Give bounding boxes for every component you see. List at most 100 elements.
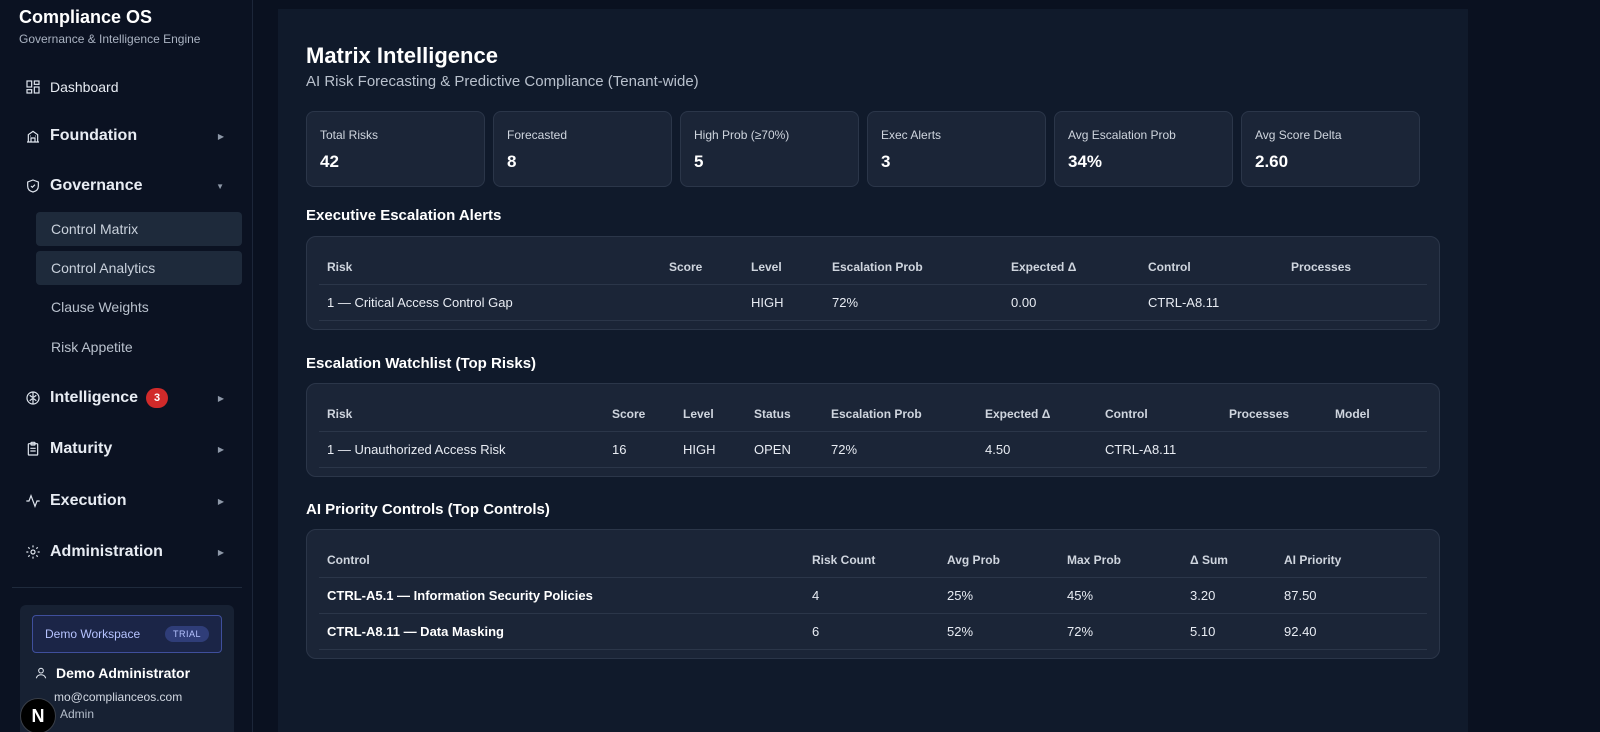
nav-foundation-label: Foundation xyxy=(50,127,138,144)
user-name: Demo Administrator xyxy=(34,665,190,681)
exec-alerts-card: Risk Score Level Escalation Prob Expecte… xyxy=(306,236,1440,330)
stat-value: 34% xyxy=(1068,152,1103,171)
table-header-row: Control Risk Count Avg Prob Max Prob Δ S… xyxy=(319,542,1427,578)
section-title-watchlist: Escalation Watchlist (Top Risks) xyxy=(306,355,537,372)
nav-administration[interactable]: Administration ▶ xyxy=(24,538,224,566)
cell-ai-priority: 92.40 xyxy=(1284,624,1317,639)
col-escalation-prob: Escalation Prob xyxy=(832,260,923,274)
watchlist-card: Risk Score Level Status Escalation Prob … xyxy=(306,383,1440,477)
col-level: Level xyxy=(751,260,782,274)
user-role: Admin xyxy=(60,707,95,721)
nav-maturity[interactable]: Maturity ▶ xyxy=(24,435,224,463)
col-processes: Processes xyxy=(1291,260,1352,274)
building-icon xyxy=(24,127,42,145)
table-row[interactable]: CTRL-A8.11 — Data Masking 6 52% 72% 5.10… xyxy=(319,614,1427,650)
workspace-switcher[interactable]: Demo Workspace TRIAL xyxy=(32,615,222,653)
stat-label: Exec Alerts xyxy=(881,128,942,142)
stat-label: Avg Escalation Prob xyxy=(1068,128,1176,142)
table-row[interactable]: CTRL-A5.1 — Information Security Policie… xyxy=(319,578,1427,614)
stat-value: 3 xyxy=(881,152,891,171)
nav-intelligence[interactable]: Intelligence 3 ▶ xyxy=(24,384,224,412)
table-header-row: Risk Score Level Escalation Prob Expecte… xyxy=(319,249,1427,285)
chevron-right-icon: ▶ xyxy=(217,547,224,557)
col-score: Score xyxy=(612,407,646,421)
cell-risk-count: 4 xyxy=(812,588,820,603)
col-processes: Processes xyxy=(1229,407,1290,421)
nav-execution[interactable]: Execution ▶ xyxy=(24,487,224,515)
clipboard-icon xyxy=(24,440,42,458)
workspace-name: Demo Workspace xyxy=(45,627,141,641)
col-delta-sum: Δ Sum xyxy=(1190,553,1228,567)
stat-card: Total Risks 42 xyxy=(306,111,485,187)
stat-label: Avg Score Delta xyxy=(1255,128,1342,142)
cell-level: HIGH xyxy=(751,295,784,310)
table-row[interactable]: 1 — Critical Access Control Gap HIGH 72%… xyxy=(319,285,1427,321)
notification-badge: 3 xyxy=(146,388,169,408)
page-subtitle: AI Risk Forecasting & Predictive Complia… xyxy=(306,73,699,90)
dashboard-icon xyxy=(24,78,42,96)
cell-max-prob: 72% xyxy=(1067,624,1094,639)
plan-badge: TRIAL xyxy=(164,626,209,642)
chevron-right-icon: ▶ xyxy=(217,393,224,403)
app-subtitle: Governance & Intelligence Engine xyxy=(19,32,201,46)
stat-card: Avg Escalation Prob 34% xyxy=(1054,111,1233,187)
stat-card: Exec Alerts 3 xyxy=(867,111,1046,187)
nav-administration-label: Administration xyxy=(50,543,163,560)
col-max-prob: Max Prob xyxy=(1067,553,1122,567)
col-risk: Risk xyxy=(327,407,353,421)
gear-icon xyxy=(24,543,42,561)
nav-execution-label: Execution xyxy=(50,492,127,509)
col-escalation-prob: Escalation Prob xyxy=(831,407,922,421)
sidebar-item-control-analytics[interactable]: Control Analytics xyxy=(36,251,242,285)
sidebar-item-risk-appetite[interactable]: Risk Appetite xyxy=(36,330,242,364)
cell-control: CTRL-A8.11 xyxy=(1148,295,1220,310)
nav-dashboard[interactable]: Dashboard xyxy=(24,73,224,101)
stat-label: High Prob (≥70%) xyxy=(694,128,790,142)
watchlist-table: Risk Score Level Status Escalation Prob … xyxy=(319,396,1427,468)
table-header-row: Risk Score Level Status Escalation Prob … xyxy=(319,396,1427,432)
stat-card: Forecasted 8 xyxy=(493,111,672,187)
col-expected-delta: Expected Δ xyxy=(985,407,1051,421)
cell-ai-priority: 87.50 xyxy=(1284,588,1317,603)
col-control: Control xyxy=(1148,260,1191,274)
cell-risk: 1 — Unauthorized Access Risk xyxy=(327,442,506,457)
chevron-right-icon: ▶ xyxy=(217,444,224,454)
exec-alerts-table: Risk Score Level Escalation Prob Expecte… xyxy=(319,249,1427,321)
shield-check-icon xyxy=(24,177,42,195)
next-logo-icon[interactable]: N xyxy=(20,698,56,732)
cell-escalation-prob: 72% xyxy=(831,442,858,457)
nav-governance[interactable]: Governance ▼ xyxy=(24,172,224,200)
col-model: Model xyxy=(1335,407,1370,421)
cell-control: CTRL-A5.1 — Information Security Policie… xyxy=(327,588,593,603)
stat-card: Avg Score Delta 2.60 xyxy=(1241,111,1420,187)
cell-delta-sum: 3.20 xyxy=(1190,588,1216,603)
priority-card: Control Risk Count Avg Prob Max Prob Δ S… xyxy=(306,529,1440,659)
nav-maturity-label: Maturity xyxy=(50,440,113,457)
cell-avg-prob: 52% xyxy=(947,624,974,639)
user-email: mo@complianceos.com xyxy=(34,690,182,704)
table-row[interactable]: 1 — Unauthorized Access Risk 16 HIGH OPE… xyxy=(319,432,1427,468)
section-title-priority: AI Priority Controls (Top Controls) xyxy=(306,501,550,518)
cell-max-prob: 45% xyxy=(1067,588,1094,603)
chevron-right-icon: ▶ xyxy=(217,131,224,141)
sidebar-divider xyxy=(12,587,242,588)
chevron-down-icon: ▼ xyxy=(216,181,224,191)
stat-value: 8 xyxy=(507,152,517,171)
stat-label: Total Risks xyxy=(320,128,379,142)
section-title-exec-alerts: Executive Escalation Alerts xyxy=(306,207,502,224)
stat-value: 42 xyxy=(320,152,339,171)
col-score: Score xyxy=(669,260,703,274)
activity-icon xyxy=(24,492,42,510)
sidebar-item-control-matrix[interactable]: Control Matrix xyxy=(36,212,242,246)
priority-table: Control Risk Count Avg Prob Max Prob Δ S… xyxy=(319,542,1427,650)
user-email-label: mo@complianceos.com xyxy=(54,690,183,704)
page-title: Matrix Intelligence xyxy=(306,43,498,68)
nav-foundation[interactable]: Foundation ▶ xyxy=(24,122,224,150)
cell-level: HIGH xyxy=(683,442,716,457)
stat-label: Forecasted xyxy=(507,128,568,142)
stat-card: High Prob (≥70%) 5 xyxy=(680,111,859,187)
cell-status: OPEN xyxy=(754,442,791,457)
cell-risk: 1 — Critical Access Control Gap xyxy=(327,295,513,310)
sidebar-item-clause-weights[interactable]: Clause Weights xyxy=(36,290,242,324)
nav-dashboard-label: Dashboard xyxy=(50,79,119,95)
